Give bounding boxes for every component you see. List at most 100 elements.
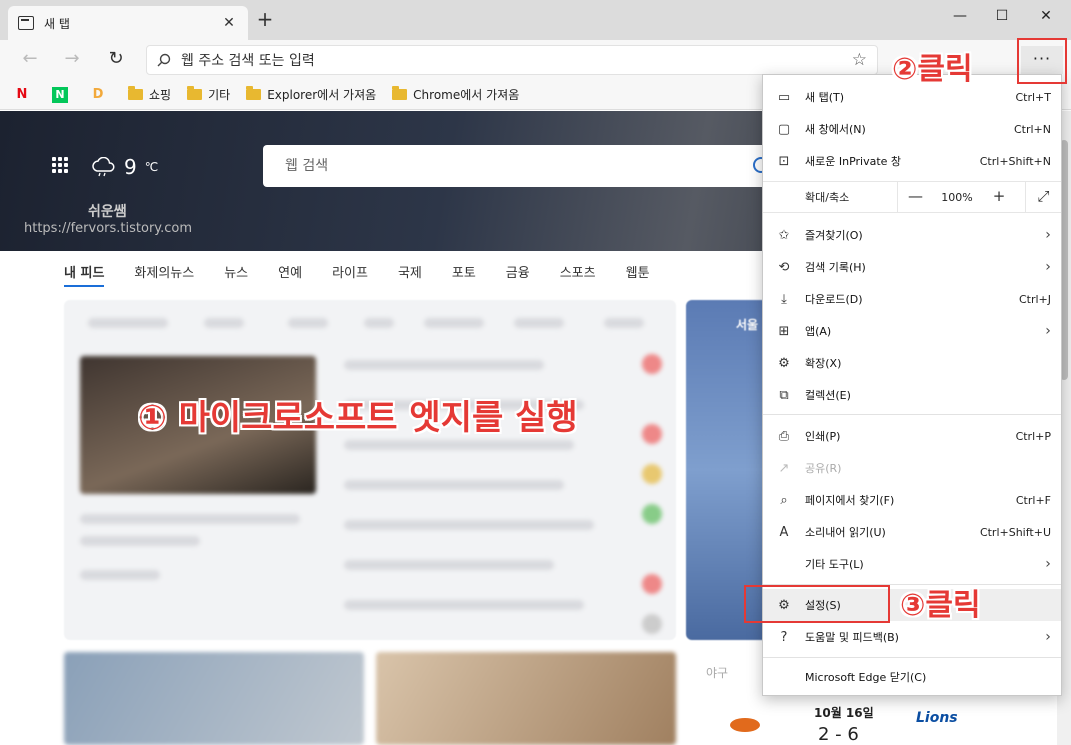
apps-icon: ⊞ <box>778 323 790 339</box>
menu-item-more-tools[interactable]: 기타 도구(L) › <box>763 548 1061 580</box>
forward-button[interactable]: → <box>58 48 86 72</box>
naver-logo-icon: N <box>52 86 68 103</box>
menu-item-apps[interactable]: ⊞ 앱(A) › <box>763 315 1061 347</box>
favorite-netflix[interactable]: N <box>14 87 36 103</box>
download-icon: ⤓ <box>781 291 787 307</box>
netflix-logo-icon: N <box>16 86 28 102</box>
favorite-label: 기타 <box>208 88 231 102</box>
highlight-box-menu <box>1017 38 1067 84</box>
search-icon <box>157 53 171 67</box>
fullscreen-icon[interactable]: ⤢ <box>1025 181 1061 213</box>
folder-icon <box>392 86 408 100</box>
window-close-button[interactable]: ✕ <box>1026 4 1066 28</box>
game-score: 2 - 6 <box>818 724 859 745</box>
favorite-label: 쇼핑 <box>149 88 172 102</box>
annotation-step3: ③클릭 <box>900 588 981 623</box>
news-tab[interactable]: 포토 <box>452 262 476 287</box>
help-icon: ? <box>780 629 788 645</box>
address-input[interactable]: 웹 주소 검색 또는 입력 <box>181 50 852 70</box>
news-tab[interactable]: 국제 <box>398 262 422 287</box>
news-tab[interactable]: 라이프 <box>332 262 368 287</box>
menu-item-find-on-page[interactable]: ⌕ 페이지에서 찾기(F) Ctrl+F <box>763 484 1061 516</box>
favorite-label: Chrome에서 가져옴 <box>413 88 520 102</box>
menu-item-inprivate[interactable]: ⊡ 새로운 InPrivate 창 Ctrl+Shift+N <box>763 145 1061 177</box>
menu-item-favorites[interactable]: ✩ 즐겨찾기(O) › <box>763 219 1061 251</box>
favorite-folder-explorer[interactable]: Explorer에서 가져옴 <box>246 86 376 103</box>
menu-item-downloads[interactable]: ⤓ 다운로드(D) Ctrl+J <box>763 283 1061 315</box>
new-window-icon: ▢ <box>777 121 791 137</box>
menu-item-collections[interactable]: ⧉ 컬렉션(E) <box>763 379 1061 411</box>
favorite-folder-shopping[interactable]: 쇼핑 <box>128 86 171 103</box>
annotation-step1: ① 마이크로소프트 엣지를 실행 <box>138 398 578 438</box>
news-tab[interactable]: 화제의뉴스 <box>134 262 194 287</box>
menu-separator <box>763 414 1061 415</box>
news-tabs: 내 피드 화제의뉴스 뉴스 연예 라이프 국제 포토 금융 스포츠 웹툰 <box>64 262 650 287</box>
new-tab-button[interactable]: + <box>253 8 277 32</box>
menu-separator <box>763 657 1061 658</box>
back-button[interactable]: ← <box>16 48 44 72</box>
news-card-bottom <box>64 652 364 745</box>
zoom-value: 100% <box>941 190 973 204</box>
title-bar: 새 탭 ✕ + — ☐ ✕ <box>0 0 1071 40</box>
chevron-right-icon: › <box>1045 556 1051 572</box>
zoom-row: 확대/축소 — 100% + ⤢ <box>763 181 1061 213</box>
read-aloud-icon: A <box>779 524 789 540</box>
new-tab-icon: ▭ <box>777 89 791 105</box>
app-launcher-icon[interactable] <box>52 157 68 173</box>
news-tab[interactable]: 금융 <box>506 262 530 287</box>
folder-icon <box>128 86 143 100</box>
tab-new[interactable]: 새 탭 ✕ <box>8 6 248 40</box>
menu-item-share: ↗ 공유(R) <box>763 452 1061 484</box>
tab-close-icon[interactable]: ✕ <box>220 15 238 31</box>
menu-item-help[interactable]: ? 도움말 및 피드백(B) › <box>763 621 1061 653</box>
weather-widget[interactable]: 9 ℃ <box>90 155 158 179</box>
zoom-in-button[interactable]: + <box>981 181 1017 213</box>
news-tab-myfeed[interactable]: 내 피드 <box>64 262 105 287</box>
favorite-naver[interactable]: N <box>52 86 74 103</box>
chevron-right-icon: › <box>1045 323 1051 339</box>
chevron-right-icon: › <box>1045 227 1051 243</box>
print-icon: ⎙ <box>778 428 790 444</box>
news-tab[interactable]: 스포츠 <box>560 262 596 287</box>
history-icon: ⟲ <box>778 259 790 275</box>
temperature: 9 <box>124 155 137 179</box>
news-tab[interactable]: 웹툰 <box>626 262 650 287</box>
weather-city: 서울 <box>736 318 759 332</box>
favorite-daum[interactable]: D <box>90 87 112 103</box>
refresh-button[interactable]: ↻ <box>102 48 130 72</box>
team-logo-icon <box>730 718 760 732</box>
favorite-star-icon[interactable]: ☆ <box>852 50 867 70</box>
menu-item-read-aloud[interactable]: A 소리내어 읽기(U) Ctrl+Shift+U <box>763 516 1061 548</box>
extensions-icon: ⚙ <box>778 355 790 371</box>
daum-logo-icon: D <box>92 86 104 102</box>
zoom-out-button[interactable]: — <box>897 181 933 213</box>
web-search-input[interactable]: 웹 검색 <box>263 145 783 187</box>
lions-logo: Lions <box>916 710 958 726</box>
menu-item-print[interactable]: ⎙ 인쇄(P) Ctrl+P <box>763 420 1061 452</box>
news-feed-card <box>64 300 676 640</box>
highlight-box-settings <box>744 585 890 623</box>
news-card-bottom <box>376 652 676 745</box>
inprivate-icon: ⊡ <box>778 153 790 169</box>
news-tab[interactable]: 뉴스 <box>224 262 248 287</box>
minimize-button[interactable]: — <box>940 4 980 28</box>
address-bar[interactable]: 웹 주소 검색 또는 입력 ☆ <box>146 45 878 75</box>
tab-title: 새 탭 <box>44 16 70 31</box>
cloud-rain-icon <box>92 157 115 177</box>
zoom-label: 확대/축소 <box>805 191 850 204</box>
favorite-folder-chrome[interactable]: Chrome에서 가져옴 <box>392 86 519 103</box>
favorite-folder-etc[interactable]: 기타 <box>187 86 230 103</box>
menu-item-close-edge[interactable]: Microsoft Edge 닫기(C) <box>763 661 1061 693</box>
find-icon: ⌕ <box>780 492 788 508</box>
web-search-placeholder: 웹 검색 <box>285 158 329 174</box>
chevron-right-icon: › <box>1045 629 1051 645</box>
maximize-button[interactable]: ☐ <box>982 4 1022 28</box>
menu-item-history[interactable]: ⟲ 검색 기록(H) › <box>763 251 1061 283</box>
menu-item-new-window[interactable]: ▢ 새 창에서(N) Ctrl+N <box>763 113 1061 145</box>
news-tab[interactable]: 연예 <box>278 262 302 287</box>
favorite-label: Explorer에서 가져옴 <box>267 88 377 102</box>
temperature-unit: ℃ <box>144 160 159 174</box>
watermark-url: https://fervors.tistory.com <box>24 221 193 236</box>
menu-item-extensions[interactable]: ⚙ 확장(X) <box>763 347 1061 379</box>
tab-page-icon <box>18 16 34 30</box>
